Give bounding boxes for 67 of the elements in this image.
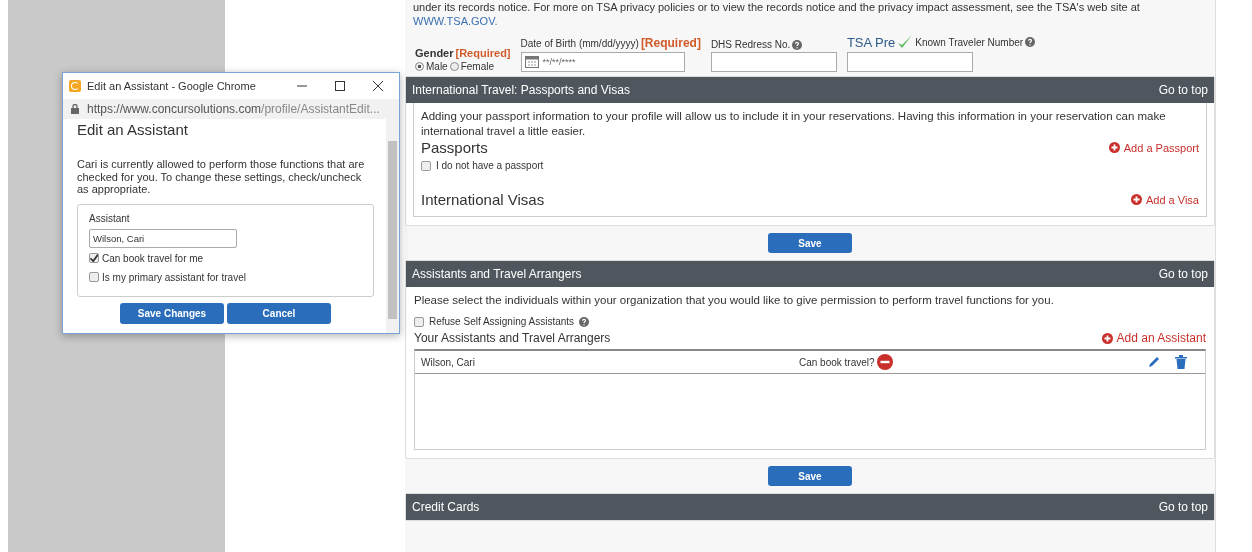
section-title: Credit Cards [412,500,480,514]
add-assistant-link[interactable]: Add an Assistant [1101,331,1206,345]
checkbox[interactable] [89,253,99,263]
help-icon[interactable] [792,39,803,50]
redress-label: DHS Redress No. [710,39,791,50]
tsa-link[interactable]: WWW.TSA.GOV. [413,15,498,27]
required-label: [Required] [640,36,701,50]
plus-circle-icon [1108,142,1120,153]
checkbox-label: Refuse Self Assigning Assistants [429,316,575,327]
help-icon[interactable] [1025,37,1036,47]
radio-button[interactable] [449,62,459,71]
checkbox-label: Is my primary assistant for travel [102,271,246,283]
dialog-description: Cari is currently allowed to perform those functions that are checked for you. To change these settings, check/uncheck as appropriate. [77,158,366,196]
tsa-pre-logo: TSA Pre [846,34,896,50]
maximize-icon[interactable] [335,81,345,91]
dob-field[interactable]: **/**/**** [520,52,685,72]
section-title: International Travel: Passports and Visas [412,83,630,97]
dialog-button[interactable]: Cancel [227,302,331,324]
checkbox[interactable] [89,272,99,282]
assistant-name: Wilson, Cari [421,356,476,368]
plus-circle-icon [1101,332,1113,344]
ktn-label: Known Traveler Number [915,36,1024,48]
save-button[interactable]: Save [768,466,852,486]
go-to-top-link[interactable]: Go to top [1158,500,1208,514]
window-title: Edit an Assistant - Google Chrome [87,80,257,92]
go-to-top-link[interactable]: Go to top [1158,83,1208,97]
save-button[interactable]: Save [768,233,852,253]
checkbox[interactable] [421,160,431,171]
delete-icon[interactable] [1175,355,1187,369]
go-to-top-link[interactable]: Go to top [1158,267,1208,281]
help-icon[interactable] [579,316,590,327]
visas-heading: International Visas [421,191,545,208]
add-visa-link[interactable]: Add a Visa [1131,193,1199,206]
permission-label: Can book travel? [799,356,875,368]
known-traveler-field[interactable] [846,52,973,72]
dialog-button[interactable]: Save Changes [120,302,224,324]
checkbox-label: I do not have a passport [436,160,544,171]
edit-icon[interactable] [1148,355,1161,368]
minus-circle-icon [876,354,893,370]
close-icon[interactable] [373,81,383,91]
intro-text: under its records notice. For more on TSA privacy policies or to view the records notice and the privacy impact assessment, see the TSA's web site at [413,0,1141,14]
checkbox[interactable] [414,316,424,327]
radio-label: Male [426,61,448,72]
scrollbar[interactable] [386,119,399,333]
plus-circle-icon [1131,194,1142,205]
address-bar[interactable]: https://www.concursolutions.com/profile/AssistantEdit... [63,99,399,119]
assistant-label: Assistant [89,212,131,224]
passports-heading: Passports [421,139,488,156]
assistant-row[interactable]: Wilson, Cari Can book travel? [415,351,1205,374]
lock-icon [71,104,79,114]
description-text: Please select the individuals within your organization that you would like to give permission to perform travel functions for you. [414,293,1055,308]
redress-field[interactable] [710,52,837,72]
radio-button[interactable] [415,62,424,71]
dialog-heading: Edit an Assistant [77,121,189,138]
app-logo-icon [69,80,81,92]
url-text: https://www.concursolutions.com/profile/AssistantEdit... [87,102,380,116]
assistant-field[interactable]: Wilson, Cari [89,228,237,248]
dob-label: Date of Birth (mm/dd/yyyy) [520,37,639,49]
section-title: Assistants and Travel Arrangers [412,267,582,281]
list-heading: Your Assistants and Travel Arrangers [414,331,611,345]
radio-label: Female [460,61,495,72]
checkbox-label: Can book travel for me [102,252,204,264]
gender-label: Gender [415,47,454,59]
add-passport-link[interactable]: Add a Passport [1108,141,1199,154]
calendar-icon[interactable] [524,56,539,68]
description-text: Adding your passport information to your profile will allow us to include it in your reservations. Having this information in your reservation can make international travel a little easier. [421,109,1167,139]
required-label: [Required] [455,47,511,59]
